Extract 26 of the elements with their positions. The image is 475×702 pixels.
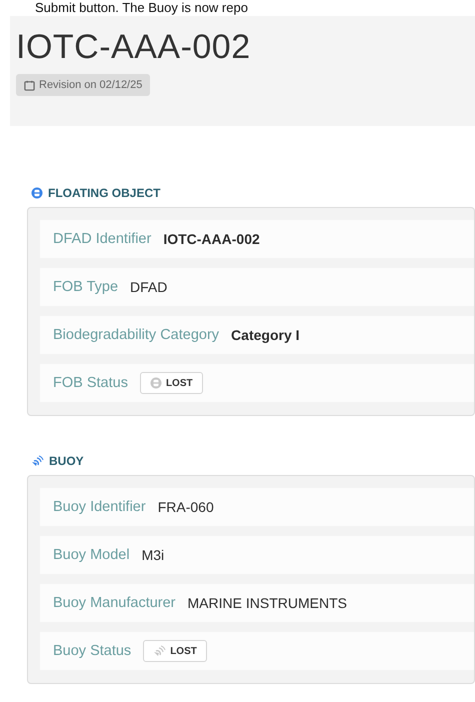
field-label: Buoy Manufacturer [53,595,176,611]
signal-icon [31,455,44,467]
field-label: Biodegradability Category [53,327,220,343]
signal-icon [153,645,166,657]
revision-badge: Revision on 02/12/25 [16,74,150,96]
page-title: IOTC-AAA-002 [16,28,251,66]
field-value: FRA-060 [158,499,214,515]
status-badge: LOST [143,640,207,662]
field-label: Buoy Model [53,547,130,563]
life-ring-icon [31,187,43,199]
field-label: Buoy Identifier [53,499,146,515]
field-label: DFAD Identifier [53,231,152,247]
field-value: IOTC-AAA-002 [163,231,260,247]
field-label: FOB Status [53,375,128,391]
field-value: Category I [231,327,300,343]
field-value: DFAD [130,279,168,295]
status-badge: LOST [140,372,203,394]
life-ring-icon [150,377,162,389]
section-title: BUOY [49,454,84,468]
calendar-icon [24,80,35,90]
field-value: MARINE INSTRUMENTS [188,595,347,611]
section-title: FLOATING OBJECT [48,186,160,200]
field-label: Buoy Status [53,643,132,659]
field-label: FOB Type [53,279,118,295]
caption-text: Submit button. The Buoy is now repo [34,0,248,16]
field-value: M3i [142,547,164,563]
